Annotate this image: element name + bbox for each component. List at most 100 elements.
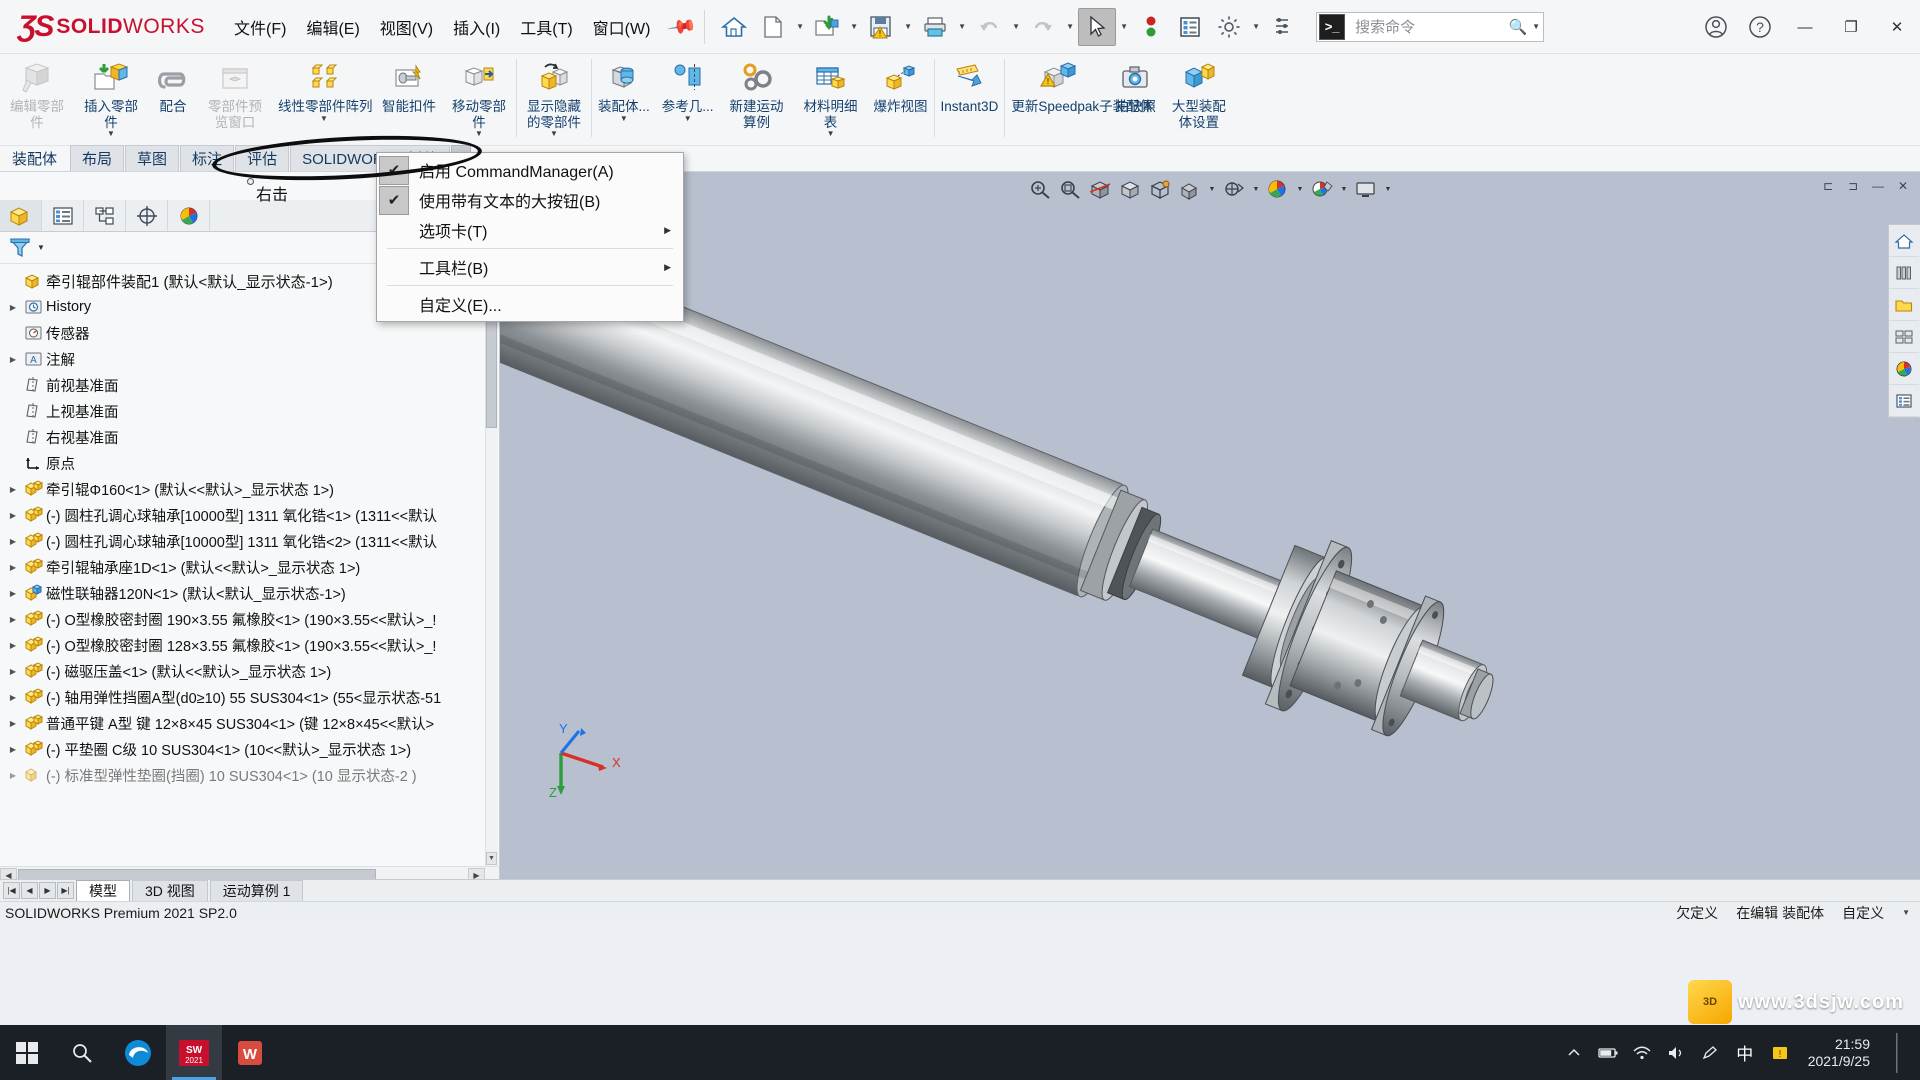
new-document-icon[interactable] xyxy=(754,8,792,46)
taskbar-solidworks[interactable]: SW 2021 xyxy=(166,1025,222,1080)
menu-tools[interactable]: 工具(T) xyxy=(510,9,582,45)
ribbon-exploded-view[interactable]: 爆炸视图 xyxy=(868,54,934,145)
show-desktop-icon[interactable] xyxy=(1882,1025,1914,1080)
ptab-property-manager[interactable] xyxy=(42,200,84,231)
ctx-customize[interactable]: 自定义(E)... xyxy=(377,289,683,319)
tree-item-part-5[interactable]: ▶ (-) O型橡胶密封圈 190×3.55 氟橡胶<1> (190×3.55<… xyxy=(0,606,499,632)
edit-appearance-dropdown[interactable]: ▼ xyxy=(1338,175,1350,203)
ctx-toolbars[interactable]: 工具栏(B) ▶ xyxy=(377,252,683,282)
tab-markup[interactable]: 标注 xyxy=(180,145,235,171)
ribbon-component-preview[interactable]: 零部件预览窗口 xyxy=(198,54,272,145)
commandmanager-context-menu[interactable]: ✔ 启用 CommandManager(A) ✔ 使用带有文本的大按钮(B) 选… xyxy=(376,152,684,322)
display-style-icon[interactable] xyxy=(1146,175,1174,203)
menu-window[interactable]: 窗口(W) xyxy=(583,9,661,45)
tree-item-origin[interactable]: 原点 xyxy=(0,450,499,476)
account-icon[interactable] xyxy=(1694,5,1738,49)
ribbon-insert-component[interactable]: 插入零部件 ▼ xyxy=(74,54,148,145)
expand-arrow-icon[interactable]: ▶ xyxy=(4,563,22,572)
tree-item-part-2[interactable]: ▶ (-) 圆柱孔调心球轴承[10000型] 1311 氧化锆<2> (1311… xyxy=(0,528,499,554)
ctx-tabs[interactable]: 选项卡(T) ▶ xyxy=(377,215,683,245)
tray-input-icon[interactable] xyxy=(1694,1025,1726,1080)
help-icon[interactable]: ? xyxy=(1738,5,1782,49)
pin-icon[interactable]: 📌 xyxy=(666,10,699,43)
expand-arrow-icon[interactable]: ▶ xyxy=(4,485,22,494)
taskbar-search-icon[interactable] xyxy=(54,1025,110,1080)
ribbon-bom[interactable]: 材料明细表 ▼ xyxy=(794,54,868,145)
tab-assembly[interactable]: 装配体 xyxy=(0,145,69,171)
ribbon-show-hidden-components[interactable]: 显示隐藏的零部件 ▼ xyxy=(517,54,591,145)
undo-icon[interactable] xyxy=(970,8,1008,46)
search-input[interactable]: 搜索命令 xyxy=(1347,16,1507,37)
tray-chevron-up-icon[interactable] xyxy=(1558,1025,1590,1080)
ptab-configuration-manager[interactable] xyxy=(84,200,126,231)
tray-battery-icon[interactable] xyxy=(1592,1025,1624,1080)
tree-item-front-plane[interactable]: 前视基准面 xyxy=(0,372,499,398)
expand-arrow-icon[interactable]: ▶ xyxy=(4,615,22,624)
edit-appearance-icon[interactable] xyxy=(1308,175,1336,203)
restore-down-icon[interactable]: ⊏ xyxy=(1817,175,1839,197)
tab-evaluate[interactable]: 评估 xyxy=(235,145,290,171)
show-hidden-dropdown[interactable]: ▼ xyxy=(550,130,558,138)
display-list-icon[interactable] xyxy=(1171,8,1209,46)
status-custom[interactable]: 自定义 xyxy=(1842,903,1884,923)
nav-next-button[interactable]: ▶ xyxy=(39,882,56,899)
tree-item-right-plane[interactable]: 右视基准面 xyxy=(0,424,499,450)
tray-wifi-icon[interactable] xyxy=(1626,1025,1658,1080)
taskbar-clock[interactable]: 21:59 2021/9/25 xyxy=(1798,1036,1880,1070)
apply-scene-icon[interactable] xyxy=(1264,175,1292,203)
search-dropdown[interactable]: ▼ xyxy=(1529,8,1543,46)
expand-arrow-icon[interactable]: ▶ xyxy=(4,667,22,676)
customize-icon[interactable] xyxy=(1264,8,1302,46)
section-view-icon[interactable] xyxy=(1086,175,1114,203)
tab-layout[interactable]: 布局 xyxy=(70,145,125,171)
btab-3d-views[interactable]: 3D 视图 xyxy=(132,880,208,901)
tray-ime-icon[interactable]: 中 xyxy=(1728,1025,1762,1080)
tray-volume-icon[interactable] xyxy=(1660,1025,1692,1080)
view-settings-dropdown[interactable]: ▼ xyxy=(1250,175,1262,203)
select-arrow-icon[interactable] xyxy=(1078,7,1117,46)
ctx-enable-commandmanager[interactable]: ✔ 启用 CommandManager(A) xyxy=(377,155,683,185)
btab-motion-study-1[interactable]: 运动算例 1 xyxy=(209,880,304,901)
linear-pattern-dropdown[interactable]: ▼ xyxy=(320,114,328,122)
tree-item-part-8[interactable]: ▶ (-) 轴用弹性挡圈A型(d0≥10) 55 SUS304<1> (55<显… xyxy=(0,684,499,710)
print-dropdown[interactable]: ▼ xyxy=(955,8,969,46)
taskbar-edge[interactable] xyxy=(110,1025,166,1080)
dock-file-explorer-icon[interactable] xyxy=(1889,289,1919,321)
tree-item-part-0[interactable]: ▶ 牵引辊Φ160<1> (默认<<默认>_显示状态 1>) xyxy=(0,476,499,502)
undo-dropdown[interactable]: ▼ xyxy=(1009,8,1023,46)
expand-arrow-icon[interactable]: ▶ xyxy=(4,589,22,598)
tab-sketch[interactable]: 草图 xyxy=(125,145,180,171)
ribbon-reference-geometry[interactable]: 参考几... ▼ xyxy=(656,54,720,145)
insert-component-dropdown[interactable]: ▼ xyxy=(107,130,115,138)
view-orientation-icon[interactable] xyxy=(1116,175,1144,203)
new-document-dropdown[interactable]: ▼ xyxy=(793,8,807,46)
dock-design-library-icon[interactable] xyxy=(1889,257,1919,289)
view-settings-icon[interactable] xyxy=(1220,175,1248,203)
ribbon-smart-fasteners[interactable]: 智能扣件 xyxy=(376,54,442,145)
dock-custom-properties-icon[interactable] xyxy=(1889,385,1919,417)
search-icon[interactable]: 🔍 xyxy=(1507,18,1529,36)
nav-first-button[interactable]: |◀ xyxy=(3,882,20,899)
ribbon-large-assembly-settings[interactable]: 大型装配体设置 xyxy=(1162,54,1236,145)
dock-home-icon[interactable] xyxy=(1889,225,1919,257)
graphics-viewport[interactable]: ▼ ▼ ▼ ▼ ▼ ⊏ ⊐ — ✕ X Y Z xyxy=(500,172,1920,883)
nav-prev-button[interactable]: ◀ xyxy=(21,882,38,899)
tree-item-part-11[interactable]: ▶ (-) 标准型弹性垫圈(挡圈) 10 SUS304<1> (10 显示状态-… xyxy=(0,762,499,788)
menu-edit[interactable]: 编辑(E) xyxy=(296,9,369,45)
ribbon-instant3d[interactable]: Instant3D xyxy=(935,54,1005,145)
reference-geometry-dropdown[interactable]: ▼ xyxy=(684,114,692,122)
home-icon[interactable] xyxy=(715,8,753,46)
ribbon-edit-component[interactable]: 编辑零部件 xyxy=(0,54,74,145)
ribbon-take-snapshot[interactable]: 拍快照 xyxy=(1109,54,1162,145)
expand-arrow-icon[interactable]: ▶ xyxy=(4,771,22,780)
checkbox-checked-icon[interactable]: ✔ xyxy=(379,185,409,215)
expand-arrow-icon[interactable]: ▶ xyxy=(4,641,22,650)
open-document-icon[interactable] xyxy=(808,8,846,46)
nav-last-button[interactable]: ▶| xyxy=(57,882,74,899)
scroll-down-arrow[interactable]: ▼ xyxy=(486,852,497,865)
tree-item-subassembly[interactable]: ▶ 磁性联轴器120N<1> (默认<默认_显示状态-1>) xyxy=(0,580,499,606)
btab-model[interactable]: 模型 xyxy=(76,880,130,901)
expand-arrow-icon[interactable]: ▶ xyxy=(4,511,22,520)
tree-item-part-10[interactable]: ▶ (-) 平垫圈 C级 10 SUS304<1> (10<<默认>_显示状态 … xyxy=(0,736,499,762)
rebuild-icon[interactable] xyxy=(1132,8,1170,46)
